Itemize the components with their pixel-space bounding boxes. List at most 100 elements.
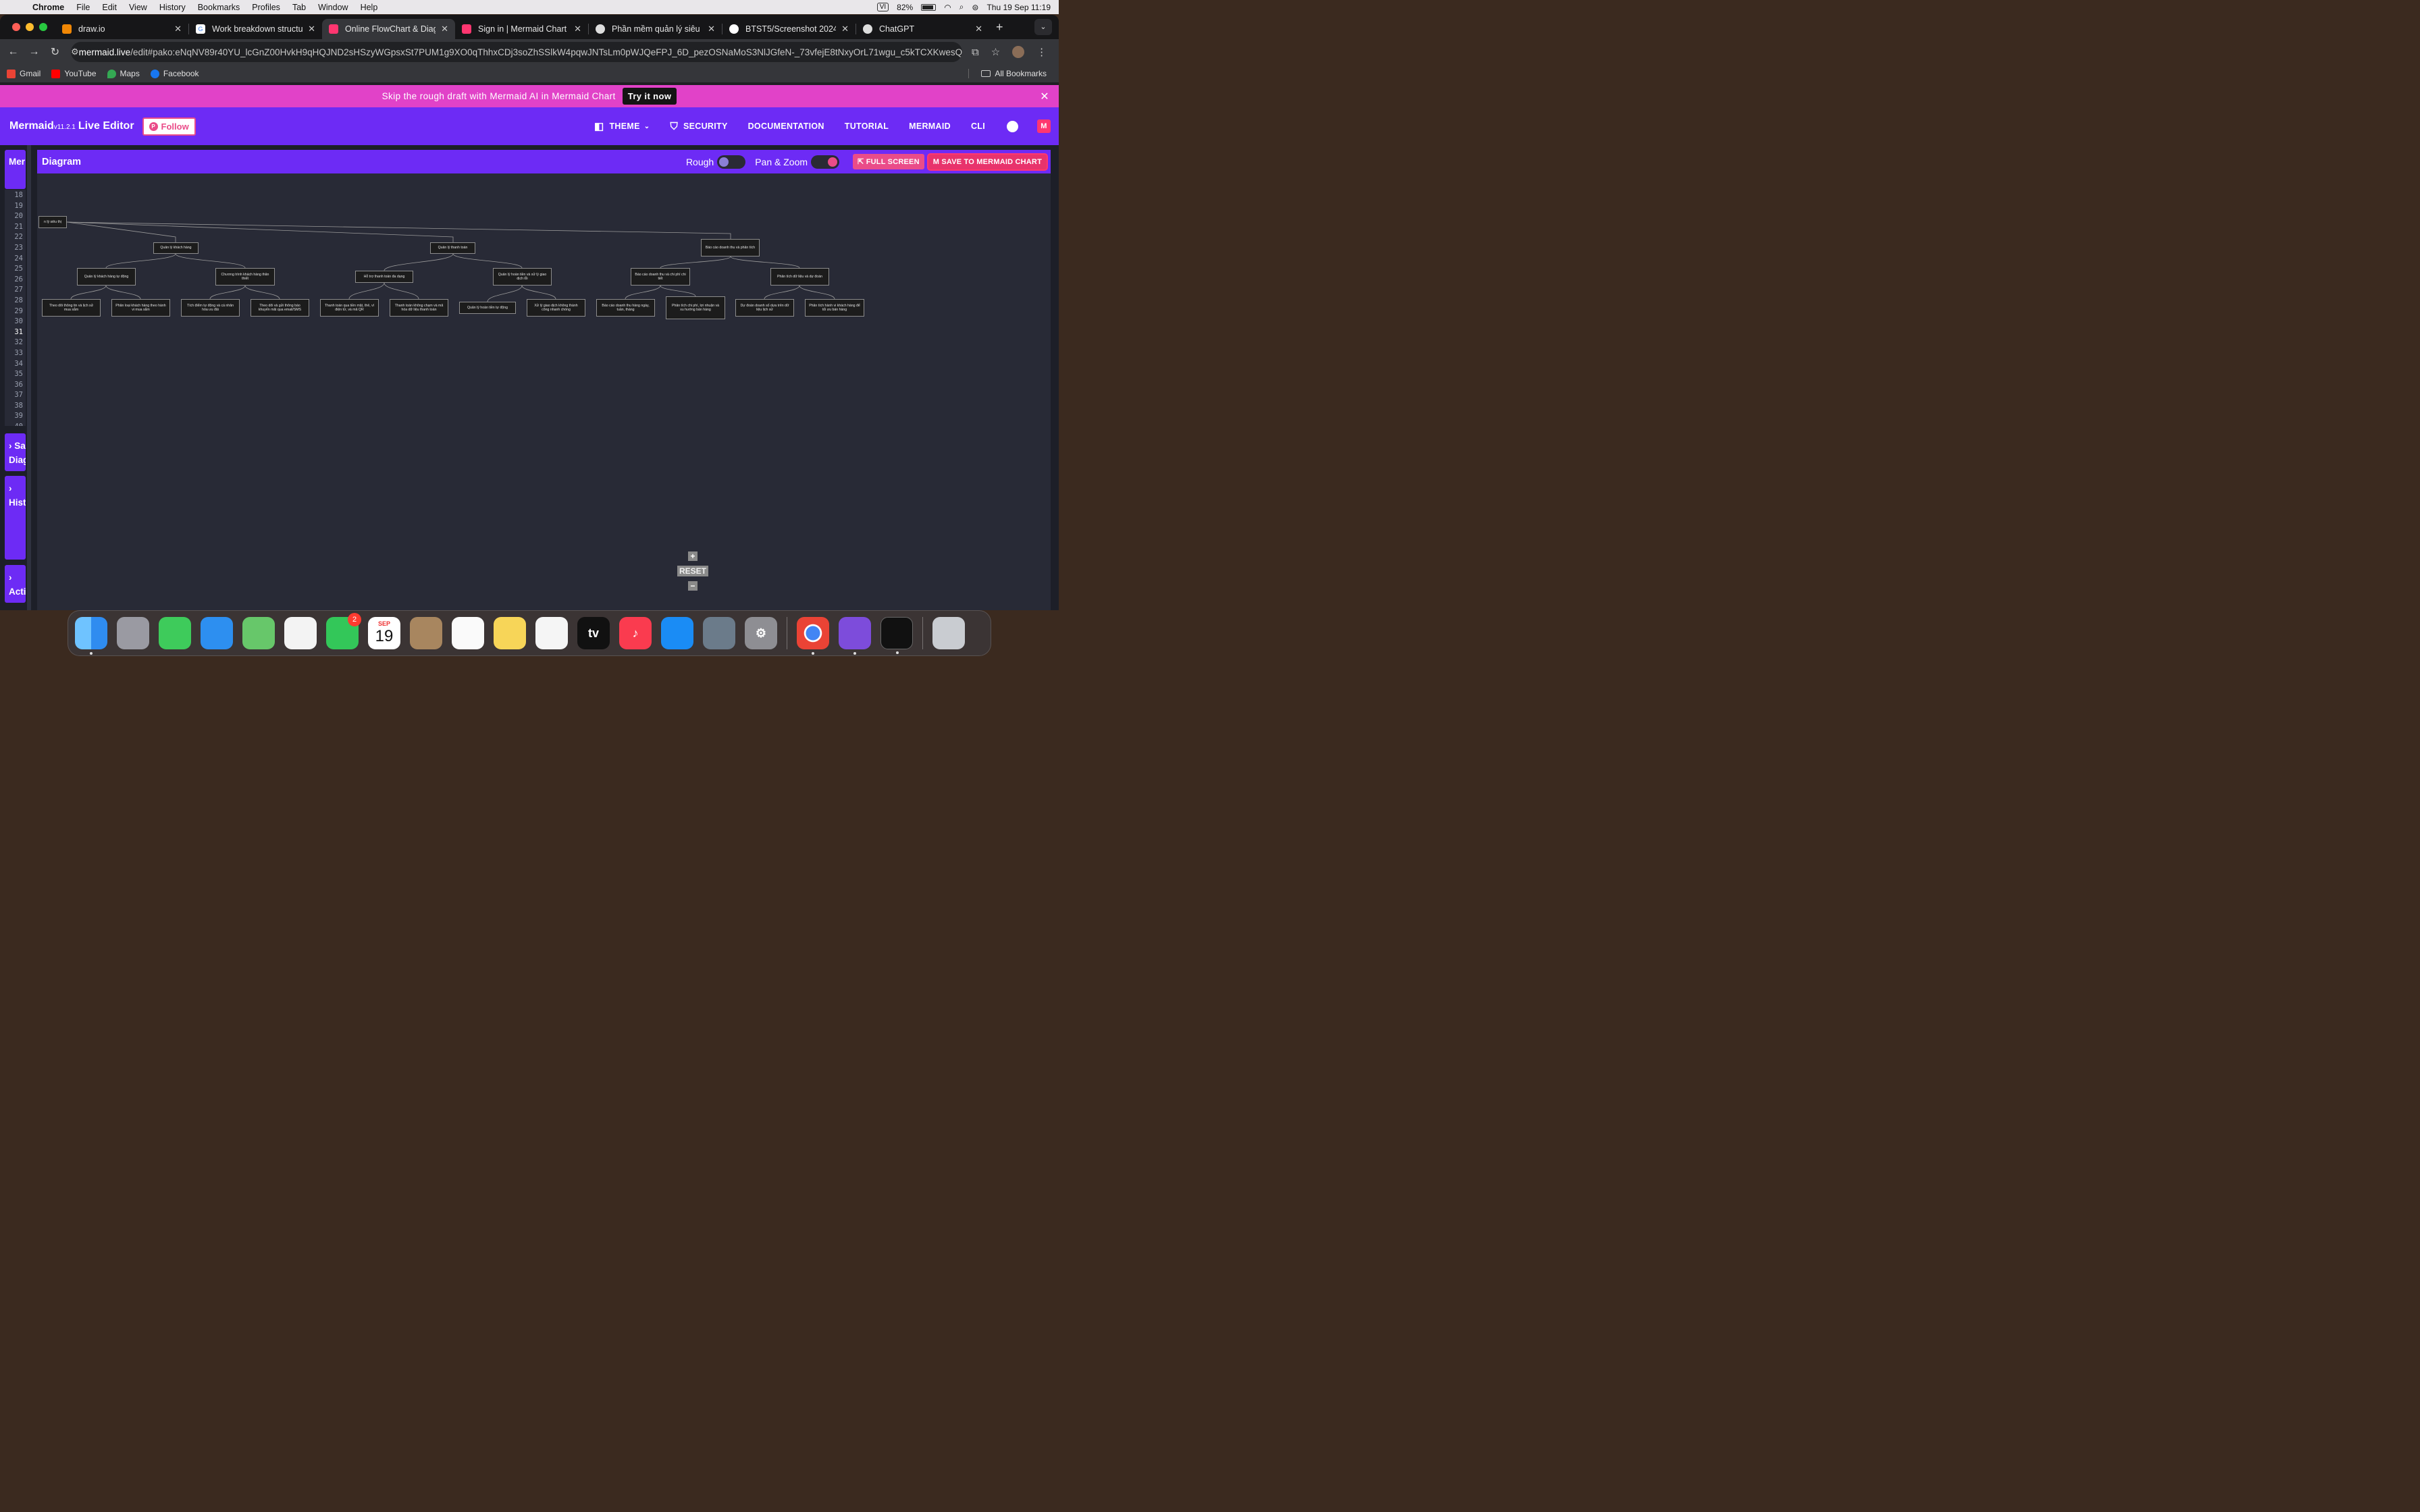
close-tab-icon[interactable]: ✕ [975,24,982,34]
diagram-node-l3[interactable]: Phân loại khách hàng theo hành vi mua sắ… [111,299,170,317]
theme-menu[interactable]: ◧ THEME ⌄ [594,120,650,132]
tab-drawio[interactable]: draw.io ✕ [55,19,188,39]
actions-panel[interactable]: › Acti [5,565,26,603]
diagram-node-l3[interactable]: Dự đoán doanh số dựa trên dữ liệu lịch s… [735,299,794,317]
nav-documentation[interactable]: DOCUMENTATION [748,122,824,131]
save-to-mermaid-chart-button[interactable]: M SAVE TO MERMAID CHART [928,154,1047,169]
nav-tutorial[interactable]: TUTORIAL [845,122,889,131]
diagram-node-l3[interactable]: Thanh toán qua tiền mặt, thẻ, ví điện tử… [320,299,379,317]
diagram-canvas[interactable]: n lý siêu thị Quản lý khách hàng Quản lý… [37,173,1051,610]
diagram-node-l2[interactable]: Quản lý khách hàng tự động [77,268,136,286]
forward-icon[interactable]: → [24,46,45,58]
close-tab-icon[interactable]: ✕ [841,24,849,34]
menu-profiles[interactable]: Profiles [246,3,286,12]
chrome-menu-icon[interactable]: ⋮ [1036,46,1047,58]
diagram-node-l3[interactable]: Phân tích hành vi khách hàng để tối ưu b… [805,299,864,317]
try-it-now-button[interactable]: Try it now [622,88,677,105]
diagram-node-l3[interactable]: Theo dõi và gửi thông báo khuyến mãi qua… [251,299,309,317]
github-desktop-icon[interactable] [839,617,871,655]
menu-help[interactable]: Help [354,3,384,12]
menu-history[interactable]: History [153,3,192,12]
github-icon[interactable] [1007,120,1018,132]
menu-view[interactable]: View [123,3,153,12]
zoom-in-button[interactable]: + [688,551,698,561]
zoom-out-button[interactable]: − [688,581,698,591]
menu-app-name[interactable]: Chrome [31,3,70,12]
diagram-node-l3[interactable]: Báo cáo doanh thu hàng ngày, tuần, tháng [596,299,655,317]
address-bar[interactable]: ⚙ mermaid.live/edit#pako:eNqNV89r40YU_lc… [71,42,962,62]
input-source-indicator[interactable]: VI [876,3,889,11]
diagram-node-l1[interactable]: Báo cáo doanh thu và phân tích [701,239,760,256]
tab-work-breakdown[interactable]: G Work breakdown structure ✕ [189,19,322,39]
close-tab-icon[interactable]: ✕ [574,24,581,34]
menu-edit[interactable]: Edit [96,3,123,12]
diagram-node-l2[interactable]: Phân tích dữ liệu và dự đoán [770,268,829,286]
code-editor[interactable]: 18 19 20 21 22 23 24 25 26 27 28 29 30 31 32 33 34 35 36 37… [5,190,26,426]
nav-mermaid[interactable]: MERMAID [909,122,951,131]
nav-cli[interactable]: CLI [971,122,985,131]
bookmark-star-icon[interactable]: ☆ [991,46,1000,58]
all-bookmarks[interactable]: All Bookmarks [968,65,1047,82]
bookmark-maps[interactable]: Maps [107,69,140,78]
tab-search-chevron-icon[interactable]: ⌄ [1034,19,1052,35]
nav-security[interactable]: ⛉ SECURITY [670,121,727,132]
follow-button[interactable]: P Follow [142,117,196,136]
diagram-node-l3[interactable]: Thanh toán không chạm và mã hóa dữ liệu … [390,299,448,317]
freeform-icon[interactable] [535,617,568,649]
notes-icon[interactable] [494,617,526,649]
back-icon[interactable]: ← [3,46,24,58]
contacts-icon[interactable] [410,617,442,649]
spotlight-icon[interactable]: ⌕ [959,2,964,12]
clock[interactable]: Thu 19 Sep 11:19 [987,3,1051,12]
rough-toggle[interactable] [717,155,746,169]
calendar-icon[interactable]: SEP 19 [368,617,400,649]
terminal-icon[interactable] [880,617,913,654]
automator-icon[interactable] [703,617,735,649]
tab-mermaid-signin[interactable]: Sign in | Mermaid Chart ✕ [455,19,588,39]
brand[interactable]: Mermaid v11.2.1 Live Editor [0,120,134,132]
messages-icon[interactable] [159,617,191,649]
photos-icon[interactable] [284,617,317,649]
diagram-node-l2[interactable]: Hỗ trợ thanh toán đa dạng [355,271,413,283]
wifi-icon[interactable]: ◠ [944,3,951,12]
control-center-icon[interactable]: ⊜ [972,3,978,12]
launchpad-icon[interactable] [117,617,149,649]
menu-file[interactable]: File [70,3,96,12]
app-store-icon[interactable] [661,617,693,649]
close-banner-icon[interactable]: ✕ [1040,90,1049,103]
install-app-icon[interactable]: ⧉ [972,47,979,58]
close-tab-icon[interactable]: ✕ [441,24,448,34]
full-screen-button[interactable]: ⇱ FULL SCREEN [853,154,924,169]
apple-tv-icon[interactable]: tv [577,617,610,649]
history-panel[interactable]: › Hist [5,476,26,560]
reset-zoom-button[interactable]: RESET [677,566,709,576]
safari-icon[interactable] [201,617,233,649]
panel-resize-handle[interactable] [27,145,31,610]
sample-diagrams-panel[interactable]: › Sa Diag [5,433,26,471]
diagram-node-l3[interactable]: Phân tích chi phí, lợi nhuận và xu hướng… [666,296,725,319]
maps-app-icon[interactable] [242,617,275,649]
facetime-icon[interactable]: 2 [326,613,361,649]
close-window-button[interactable] [12,23,20,31]
reminders-icon[interactable] [452,617,484,649]
diagram-node-root[interactable]: n lý siêu thị [38,216,67,228]
diagram-node-l2[interactable]: Quản lý hoàn tiền và xử lý giao dịch lỗi [493,268,552,286]
diagram-node-l2[interactable]: Báo cáo doanh thu và chi phí chi tiết [631,268,690,286]
bookmark-youtube[interactable]: YouTube [51,69,97,78]
tab-chatgpt[interactable]: ChatGPT ✕ [856,19,989,39]
diagram-node-l3[interactable]: Theo dõi thông tin và lịch sử mua sắm [42,299,101,317]
bookmark-facebook[interactable]: Facebook [150,69,199,78]
diagram-node-l1[interactable]: Quản lý khách hàng [153,242,199,254]
zoom-window-button[interactable] [39,23,47,31]
menu-bookmarks[interactable]: Bookmarks [192,3,246,12]
diagram-node-l2[interactable]: Chương trình khách hàng thân thiết [215,268,275,286]
new-tab-icon[interactable]: + [996,20,1003,34]
trash-icon[interactable] [932,617,965,649]
menu-tab[interactable]: Tab [286,3,312,12]
finder-icon[interactable] [75,617,107,655]
site-info-icon[interactable]: ⚙ [71,47,79,57]
tab-mermaid-live[interactable]: Online FlowChart & Diagram ✕ [322,19,455,39]
reload-icon[interactable]: ↻ [45,45,65,59]
bookmark-gmail[interactable]: Gmail [7,69,41,78]
tab-github[interactable]: BTST5/Screenshot 2024-0 ✕ [722,19,856,39]
